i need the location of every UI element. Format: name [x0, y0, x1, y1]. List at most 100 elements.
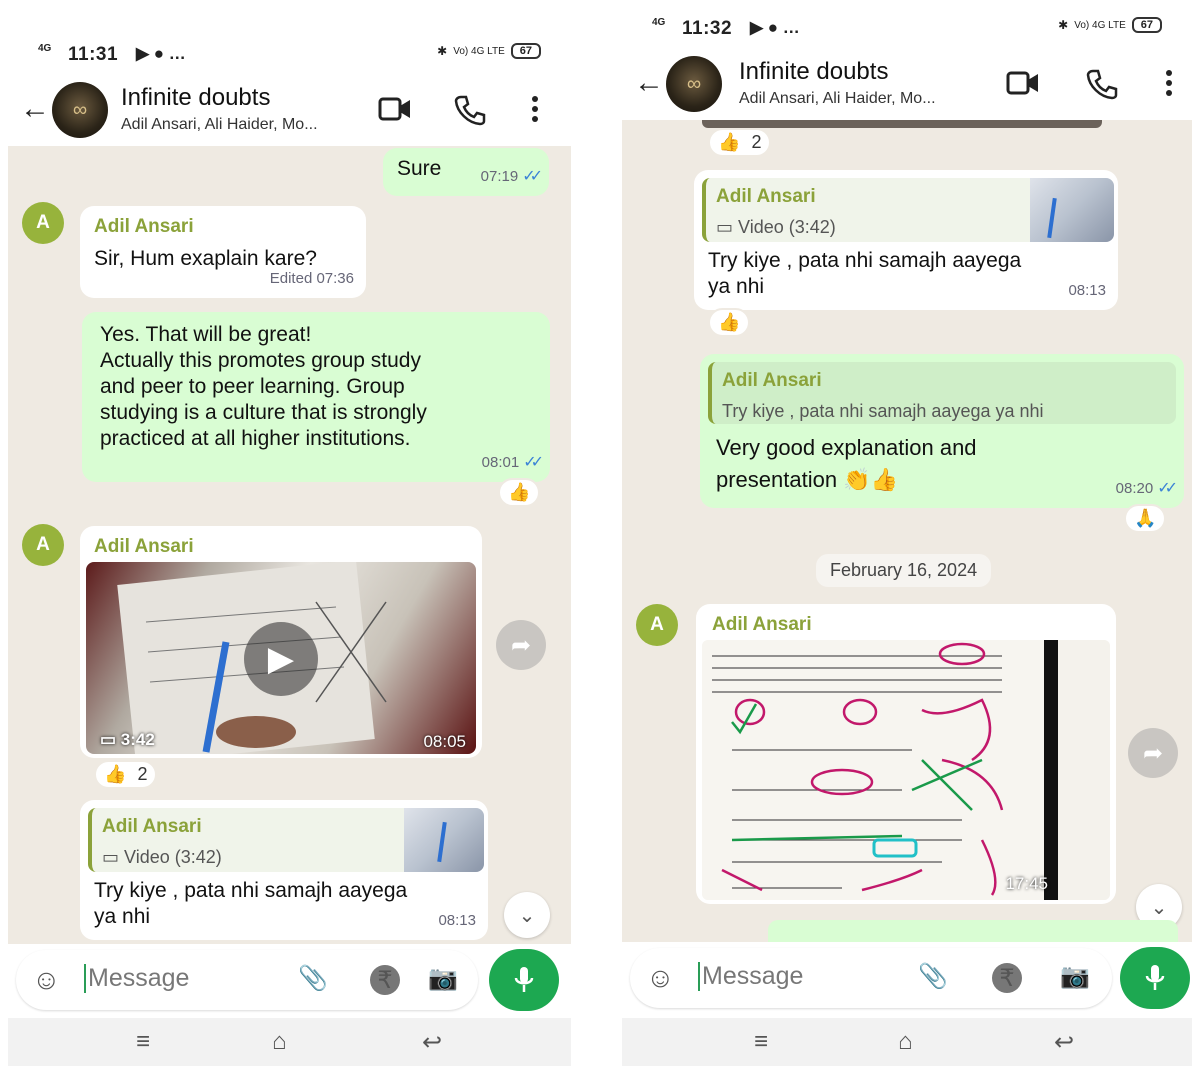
forward-icon[interactable]: ➦: [496, 620, 546, 670]
group-members[interactable]: Adil Ansari, Ali Haider, Mo...: [121, 116, 318, 134]
home-nav-icon[interactable]: ⌂: [272, 1028, 287, 1056]
sender-avatar[interactable]: A: [22, 524, 64, 566]
video-call-icon[interactable]: [1006, 68, 1040, 98]
back-arrow-icon[interactable]: ←: [20, 92, 50, 126]
status-bar: 4G 11:31 ▶ ● … ✱ Vo) 4G LTE 67: [8, 32, 571, 72]
menu-nav-icon[interactable]: ≡: [754, 1028, 768, 1056]
reaction-emoji: 👍: [718, 132, 741, 152]
message-bubble-outgoing[interactable]: Sure 07:19 ✓✓: [383, 148, 549, 196]
message-reaction[interactable]: 👍: [498, 478, 541, 507]
lte-indicator: Vo) 4G LTE: [453, 45, 505, 57]
quoted-message[interactable]: Adil Ansari ▭ Video (3:42): [88, 808, 484, 872]
group-name[interactable]: Infinite doubts: [739, 58, 888, 86]
reply-message-bubble[interactable]: Adil Ansari ▭ Video (3:42) Try kiye , pa…: [694, 170, 1118, 310]
mic-button[interactable]: [489, 949, 559, 1011]
attach-icon[interactable]: 📎: [298, 964, 328, 993]
right-screenshot: 4G 11:32 ▶ ● … ✱ Vo) 4G LTE 67 ← ∞ Infin…: [622, 0, 1192, 1066]
group-members[interactable]: Adil Ansari, Ali Haider, Mo...: [739, 90, 936, 108]
message-meta: 08:13: [1068, 278, 1106, 304]
quoted-message[interactable]: Adil Ansari Try kiye , pata nhi samajh a…: [708, 362, 1176, 424]
mic-button[interactable]: [1120, 947, 1190, 1009]
home-nav-icon[interactable]: ⌂: [898, 1028, 913, 1056]
quoted-sender: Adil Ansari: [722, 370, 822, 391]
back-nav-icon[interactable]: ↩: [1054, 1028, 1074, 1057]
back-arrow-icon[interactable]: ←: [634, 66, 664, 100]
video-camera-icon: ▭: [100, 730, 117, 749]
mic-icon: [514, 967, 534, 992]
sender-name[interactable]: Adil Ansari: [712, 612, 1102, 638]
video-call-icon[interactable]: [378, 94, 412, 124]
menu-nav-icon[interactable]: ≡: [136, 1028, 150, 1056]
more-options-icon[interactable]: [530, 94, 540, 124]
group-name[interactable]: Infinite doubts: [121, 84, 270, 112]
reply-message-bubble[interactable]: Adil Ansari ▭ Video (3:42) Try kiye , pa…: [80, 800, 488, 940]
system-nav-bar: ≡ ⌂ ↩: [8, 1018, 571, 1066]
message-meta: 07:19 ✓✓: [481, 164, 543, 190]
message-meta: 08:20 ✓✓: [1116, 476, 1178, 502]
message-time: 08:05: [423, 732, 466, 751]
message-bubble-incoming[interactable]: Adil Ansari Sir, Hum exaplain kare? Edit…: [80, 206, 366, 298]
video-icon: ▭: [716, 217, 734, 237]
quoted-text: Try kiye , pata nhi samajh aayega ya nhi: [722, 401, 1044, 421]
message-text: Try kiye , pata nhi samajh aayega ya nhi: [702, 242, 1110, 300]
message-input-box[interactable]: ☺ Message 📎 ₹ 📷: [16, 950, 478, 1010]
camera-icon[interactable]: 📷: [428, 964, 458, 993]
camera-icon[interactable]: 📷: [1060, 962, 1090, 991]
forward-icon[interactable]: ➦: [1128, 728, 1178, 778]
message-line: and peer to peer learning. Group: [100, 375, 405, 398]
voice-call-icon[interactable]: [1086, 68, 1118, 100]
message-text: Very good explanation and presentation 👏…: [708, 424, 1176, 496]
video-thumbnail[interactable]: ▶ ▭ 3:42 08:05: [86, 562, 476, 754]
status-time: 11:32: [682, 18, 733, 39]
message-meta: 08:01 ✓✓: [482, 450, 544, 476]
message-line: Yes. That will be great!: [100, 323, 312, 346]
message-reaction[interactable]: 👍 2: [94, 760, 158, 789]
attach-icon[interactable]: 📎: [918, 962, 948, 991]
status-right: ✱ Vo) 4G LTE 67: [1058, 17, 1162, 33]
message-time: Edited 07:36: [269, 270, 354, 287]
image-thumbnail[interactable]: 17:45: [702, 640, 1110, 900]
sender-name[interactable]: Adil Ansari: [94, 214, 352, 240]
video-icon: ▭: [102, 847, 120, 867]
voice-call-icon[interactable]: [454, 94, 486, 126]
message-text: Try kiye , pata nhi samajh aayega ya nhi: [88, 872, 480, 930]
sender-name[interactable]: Adil Ansari: [94, 534, 468, 560]
message-reaction[interactable]: 🙏: [1124, 504, 1167, 533]
message-input-box[interactable]: ☺ Message 📎 ₹ 📷: [630, 948, 1112, 1008]
scroll-to-bottom-icon[interactable]: ⌄: [504, 892, 550, 938]
reply-message-bubble-outgoing[interactable]: Adil Ansari Try kiye , pata nhi samajh a…: [700, 354, 1184, 508]
message-line: practiced at all higher institutions.: [100, 427, 411, 450]
back-nav-icon[interactable]: ↩: [422, 1028, 442, 1057]
emoji-icon[interactable]: ☺: [646, 962, 675, 994]
status-extra-icons: ▶ ● …: [750, 18, 800, 37]
rupee-payment-icon[interactable]: ₹: [992, 963, 1022, 993]
emoji-icon[interactable]: ☺: [32, 964, 61, 996]
message-input[interactable]: Message: [84, 964, 189, 993]
group-avatar[interactable]: ∞: [666, 56, 722, 112]
group-avatar[interactable]: ∞: [52, 82, 108, 138]
message-line: ya nhi: [94, 905, 151, 928]
video-duration: ▭ 3:42: [100, 730, 155, 749]
message-time: 08:13: [438, 912, 476, 929]
chat-area[interactable]: 👍 2 Adil Ansari ▭ Video (3:42) Try kiye …: [622, 120, 1192, 942]
message-text: Yes. That will be great! Actually this p…: [96, 320, 536, 452]
message-line: Try kiye , pata nhi samajh aayega: [94, 879, 408, 902]
play-icon[interactable]: ▶: [244, 622, 318, 696]
message-input[interactable]: Message: [698, 962, 803, 991]
quoted-message[interactable]: Adil Ansari ▭ Video (3:42): [702, 178, 1114, 242]
chat-header: ← ∞ Infinite doubts Adil Ansari, Ali Hai…: [622, 50, 1192, 118]
math-notes-image: [702, 640, 1110, 900]
read-ticks-icon: ✓✓: [1157, 480, 1178, 497]
chat-area[interactable]: Sure 07:19 ✓✓ A Adil Ansari Sir, Hum exa…: [8, 146, 571, 944]
sender-avatar[interactable]: A: [22, 202, 64, 244]
reaction-count: 2: [751, 132, 762, 152]
message-time: 17:45: [1005, 874, 1048, 893]
message-bubble-outgoing[interactable]: Yes. That will be great! Actually this p…: [82, 312, 550, 482]
rupee-payment-icon[interactable]: ₹: [370, 965, 400, 995]
sender-avatar[interactable]: A: [636, 604, 678, 646]
message-text: Sure: [397, 157, 442, 180]
more-options-icon[interactable]: [1164, 68, 1174, 98]
message-reaction[interactable]: 👍: [708, 308, 751, 337]
message-reaction[interactable]: 👍 2: [708, 128, 772, 157]
input-bar: ☺ Message 📎 ₹ 📷: [622, 944, 1192, 1018]
